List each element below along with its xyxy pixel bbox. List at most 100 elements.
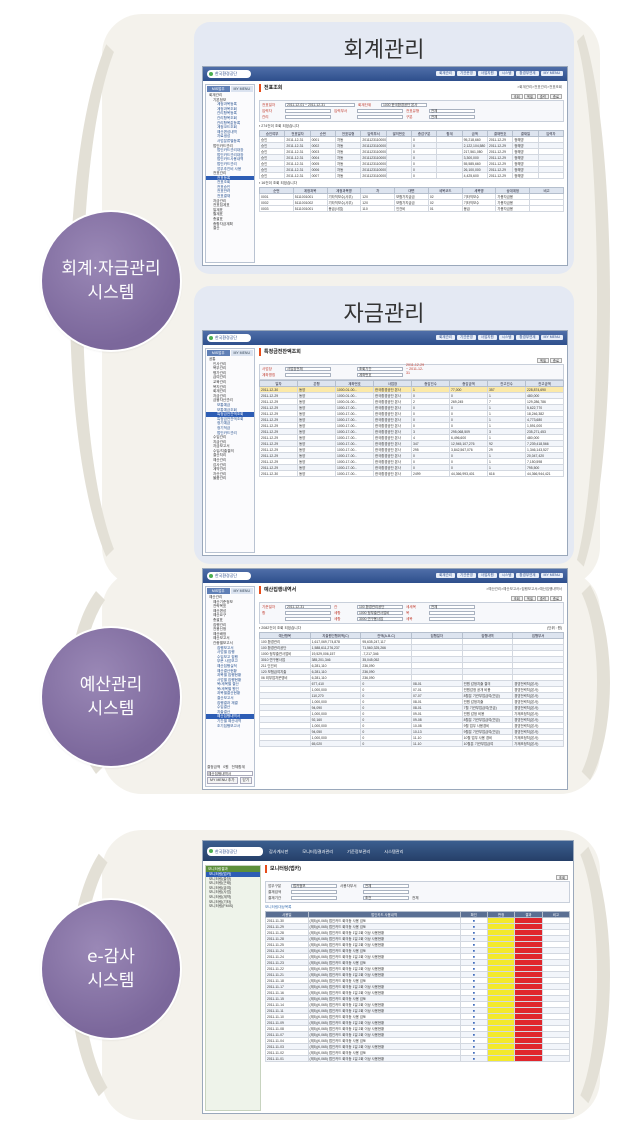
top-menu-item[interactable]: 회계관리 <box>436 335 455 340</box>
top-menu-item[interactable]: 회계관리 <box>436 71 455 76</box>
form-label: 입력부서 <box>334 108 348 113</box>
sidebar-tab[interactable]: MIS업무 <box>207 588 230 594</box>
toolbar-button[interactable]: 출력 <box>536 596 549 601</box>
toolbar-button[interactable]: 엑셀 <box>523 596 536 601</box>
toolbar-button[interactable]: 종료 <box>549 358 562 363</box>
form-field[interactable] <box>363 890 409 894</box>
form-field[interactable] <box>291 896 337 900</box>
top-menu: 회계관리 기관운영 사업지원 시스템 환경부연계 MY MENU <box>436 573 563 578</box>
form-field[interactable] <box>285 611 331 615</box>
app-logo: 한국환경공단 <box>207 70 251 78</box>
form-field[interactable]: 전체 <box>429 115 475 119</box>
form-field[interactable] <box>285 109 331 113</box>
toolbar-button[interactable]: 종료 <box>549 596 562 601</box>
form-field[interactable] <box>429 617 475 621</box>
form-field[interactable]: 사업장전체 <box>285 367 331 371</box>
nav-item[interactable]: 감사계시판 <box>269 849 288 855</box>
toolbar-button[interactable]: 출력 <box>536 94 549 99</box>
top-menu-item[interactable]: 기관운영 <box>456 573 476 578</box>
form-field[interactable]: 1000 정부출연사업비 <box>357 611 403 615</box>
table-row[interactable]: 2011-11-01 (제5)(K,065) 법인카드 회의등 1일 2회 이상 … <box>265 1055 571 1062</box>
table-cell: 가용자금용 <box>495 205 531 212</box>
tree-item[interactable]: 결산 <box>206 226 254 231</box>
toolbar-button[interactable]: 종료 <box>549 94 562 99</box>
sidebar-tab[interactable]: MIS업무 <box>207 350 230 356</box>
nav-item[interactable]: 시스템관리 <box>384 849 403 855</box>
form-field[interactable] <box>357 109 403 113</box>
tree-item[interactable]: 물품관리 <box>206 476 254 481</box>
sidebar-button[interactable]: 닫기 <box>239 777 253 784</box>
top-menu-item[interactable]: 기관운영 <box>456 71 476 76</box>
form-field[interactable]: 전체 <box>429 109 475 113</box>
form-field[interactable] <box>429 611 475 615</box>
toolbar-button[interactable]: 조회 <box>510 596 523 601</box>
sidebar-tab[interactable]: MY MENU <box>230 350 253 356</box>
form-field[interactable]: 법카정보 <box>291 884 337 888</box>
top-menu-item[interactable]: MY MENU <box>540 71 563 76</box>
result-table: 예산항목 지출원인행위액(C) 잔액(A-B-C) 집행일자 집행내역 집행부서 100 환… <box>259 632 564 747</box>
form-label: 전표유형 <box>406 108 420 113</box>
sidebar-tab[interactable]: MY MENU <box>230 86 253 92</box>
top-menu-item[interactable]: 시스템 <box>498 573 515 578</box>
top-menu-item[interactable]: 환경부연계 <box>516 71 539 76</box>
top-menu-item[interactable]: 환경부연계 <box>516 335 539 340</box>
app-header: 한국환경공단 감사계시판 모니터링결과관리 기준정보관리 시스템관리 <box>203 841 573 861</box>
top-menu-item[interactable]: 사업지원 <box>477 71 497 76</box>
app-logo: 한국환경공단 <box>207 334 251 342</box>
audit-system-label: e-감사 시스템 <box>42 900 180 1038</box>
table-cell: 10월분 기관부업급여 <box>461 740 514 747</box>
form-label: 결재기간 <box>268 895 282 900</box>
table-row[interactable]: 2011-12-30 동양 1000-17-00... 한국환경공단 본사 2499 44… <box>259 470 564 477</box>
top-menu-item[interactable]: 사업지원 <box>477 335 497 340</box>
form-field[interactable]: 전체 <box>429 605 475 609</box>
form-field[interactable] <box>285 617 331 621</box>
tree-item[interactable]: 조기집행보고서 <box>206 724 254 729</box>
form-field[interactable] <box>285 115 331 119</box>
nav-item[interactable]: 기준정보관리 <box>347 849 370 855</box>
sidebar-item[interactable]: 모니터링(FMIS) <box>206 904 260 909</box>
main-content: 전표조회 >회계관리>전표관리>전표조회 조회 엑셀 출력 종료 전표일자 2011-12-0… <box>258 84 565 263</box>
check-icon[interactable]: ■ <box>459 1055 488 1062</box>
sidebar-tab[interactable]: MY MENU <box>230 588 253 594</box>
form-field[interactable]: 1000 한국환경공단 본사 <box>381 103 427 107</box>
sidebar: MIS업무 MY MENU 공통 인사관리 복무관리 평가관리 급여관리 교육관리 복지관리 회계… <box>205 348 255 553</box>
detail-table: 순번 계정과목 계정과목명 차 대변 세목코드 세목명 상대계정 비고 0001 511100100… <box>259 187 564 212</box>
app-header: 한국환경공단 회계관리 기관운영 사업지원 시스템 환경부연계 MY MENU <box>203 331 567 345</box>
sidebar-button[interactable]: MY MENU 추가 <box>207 777 238 784</box>
form-field[interactable] <box>357 115 403 119</box>
form-field[interactable]: 2011-12-31 <box>285 605 331 609</box>
top-menu-item[interactable]: 시스템 <box>498 335 515 340</box>
table-cell <box>529 205 564 212</box>
form-field[interactable]: 전체 <box>363 884 409 888</box>
form-field[interactable]: 조회기간 <box>357 367 403 371</box>
top-menu-item[interactable]: 시스템 <box>498 71 515 76</box>
app-header: 한국환경공단 회계관리 기관운영 사업지원 시스템 환경부연계 MY MENU <box>203 569 567 583</box>
form-field[interactable]: 3000 연구용사업 <box>357 617 403 621</box>
table-row[interactable]: 0003 5111001001 봉급(사업) 110 인건비 01 봉급 가용자금용 <box>259 205 564 212</box>
toolbar-button[interactable]: 엑셀 <box>536 358 549 363</box>
form-field[interactable]: 계좌번호 <box>357 373 403 377</box>
table-row[interactable]: 승인2011-12-310007자동2011123110000012 0 4,425… <box>258 172 565 179</box>
sidebar-tab[interactable]: MIS업무 <box>207 86 230 92</box>
form-field[interactable]: 조건 <box>363 896 409 900</box>
form-field[interactable]: 100 환경관리공단 <box>357 605 403 609</box>
search-form: 기준일자 2011-12-31 관 100 환경관리공단 세세목 전체 항 세항 1000 정부… <box>259 602 564 624</box>
table-row[interactable]: 65,020 0 11-10 10월분 기관부업급여 가재조정처(본사) <box>259 740 564 747</box>
toolbar-button[interactable]: 조회 <box>510 94 523 99</box>
form-field[interactable] <box>291 890 337 894</box>
top-menu-item[interactable]: 환경부연계 <box>516 573 539 578</box>
top-menu-item[interactable]: 기관운영 <box>456 335 476 340</box>
top-menu-item[interactable]: 사업지원 <box>477 573 497 578</box>
form-label: 목 <box>406 610 410 615</box>
audit-screenshot: 한국환경공단 감사계시판 모니터링결과관리 기준정보관리 시스템관리 모니터링결과 모니터링… <box>202 840 574 1114</box>
nav-item[interactable]: 모니터링결과관리 <box>302 849 333 855</box>
form-field[interactable] <box>285 373 331 377</box>
top-menu-item[interactable]: MY MENU <box>540 335 563 340</box>
form-field[interactable]: 2011-12-01 ~ 2011-12-31 <box>285 103 355 107</box>
top-menu-item[interactable]: MY MENU <box>540 573 563 578</box>
circle-line-2: 시스템 <box>87 699 135 719</box>
top-menu-item[interactable]: 회계관리 <box>436 573 455 578</box>
sidebar-select[interactable]: 예산집행내역서 <box>207 771 253 776</box>
search-button[interactable]: 조회 <box>555 875 568 880</box>
toolbar-button[interactable]: 엑셀 <box>523 94 536 99</box>
